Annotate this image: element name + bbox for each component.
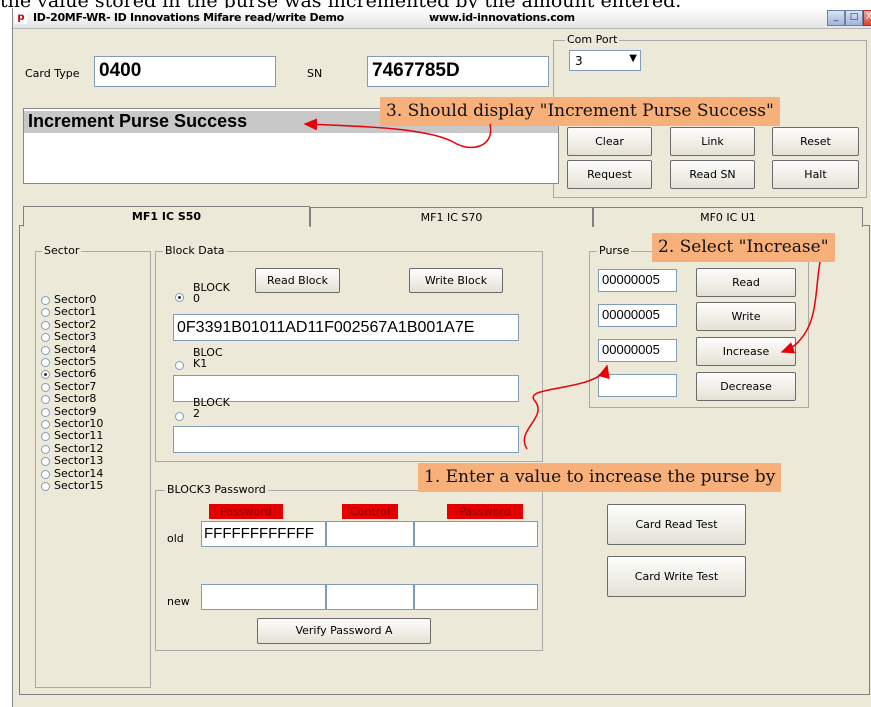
arrow-step1 xyxy=(523,364,610,450)
arrow-step3 xyxy=(303,118,492,149)
arrow-step2 xyxy=(780,261,821,354)
annotation-arrows xyxy=(303,118,821,450)
